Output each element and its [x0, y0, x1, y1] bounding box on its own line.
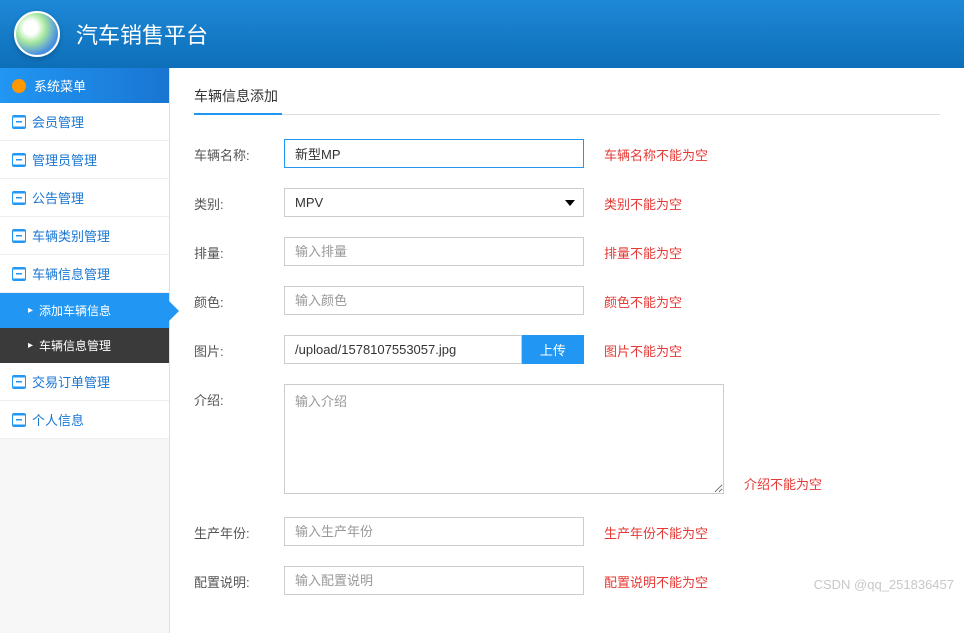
label-displacement: 排量:: [194, 237, 284, 262]
error-color: 颜色不能为空: [604, 286, 682, 311]
row-category: 类别: MPV 类别不能为空: [194, 188, 940, 217]
error-displacement: 排量不能为空: [604, 237, 682, 262]
page-title: 车辆信息添加: [194, 86, 940, 115]
watermark: CSDN @qq_251836457: [814, 577, 954, 592]
row-name: 车辆名称: 车辆名称不能为空: [194, 139, 940, 168]
error-image: 图片不能为空: [604, 335, 682, 360]
sidebar-item-admin[interactable]: 管理员管理: [0, 141, 169, 179]
input-image[interactable]: [284, 335, 522, 364]
label-year: 生产年份:: [194, 517, 284, 542]
input-color[interactable]: [284, 286, 584, 315]
sidebar-subitem-manage-vehicle[interactable]: 车辆信息管理: [0, 328, 169, 363]
main-content: 车辆信息添加 车辆名称: 车辆名称不能为空 类别: MPV 类别不能为空 排量:…: [170, 68, 964, 633]
sidebar-item-announcement[interactable]: 公告管理: [0, 179, 169, 217]
sidebar-item-profile[interactable]: 个人信息: [0, 401, 169, 439]
error-year: 生产年份不能为空: [604, 517, 708, 542]
sidebar-item-vehicle-info[interactable]: 车辆信息管理: [0, 255, 169, 293]
sidebar-item-orders[interactable]: 交易订单管理: [0, 363, 169, 401]
label-image: 图片:: [194, 335, 284, 360]
menu-header: 系统菜单: [0, 68, 169, 103]
row-displacement: 排量: 排量不能为空: [194, 237, 940, 266]
label-color: 颜色:: [194, 286, 284, 311]
sidebar-item-vehicle-category[interactable]: 车辆类别管理: [0, 217, 169, 255]
row-intro: 介绍: 介绍不能为空: [194, 384, 940, 497]
error-config: 配置说明不能为空: [604, 566, 708, 591]
app-title: 汽车销售平台: [76, 18, 208, 50]
label-category: 类别:: [194, 188, 284, 213]
error-category: 类别不能为空: [604, 188, 682, 213]
row-year: 生产年份: 生产年份不能为空: [194, 517, 940, 546]
input-displacement[interactable]: [284, 237, 584, 266]
input-year[interactable]: [284, 517, 584, 546]
sidebar-item-member[interactable]: 会员管理: [0, 103, 169, 141]
input-config[interactable]: [284, 566, 584, 595]
sidebar: 系统菜单 会员管理 管理员管理 公告管理 车辆类别管理 车辆信息管理 添加车辆信…: [0, 68, 170, 633]
menu-header-label: 系统菜单: [34, 76, 86, 95]
app-header: 汽车销售平台: [0, 0, 964, 68]
textarea-intro[interactable]: [284, 384, 724, 494]
label-intro: 介绍:: [194, 384, 284, 409]
sidebar-subitem-add-vehicle[interactable]: 添加车辆信息: [0, 293, 169, 328]
select-category[interactable]: MPV: [284, 188, 584, 217]
app-logo: [14, 11, 60, 57]
row-color: 颜色: 颜色不能为空: [194, 286, 940, 315]
input-name[interactable]: [284, 139, 584, 168]
error-name: 车辆名称不能为空: [604, 139, 708, 164]
upload-button[interactable]: 上传: [522, 335, 584, 364]
label-config: 配置说明:: [194, 566, 284, 591]
row-image: 图片: 上传 图片不能为空: [194, 335, 940, 364]
error-intro: 介绍不能为空: [744, 468, 822, 497]
label-name: 车辆名称:: [194, 139, 284, 164]
